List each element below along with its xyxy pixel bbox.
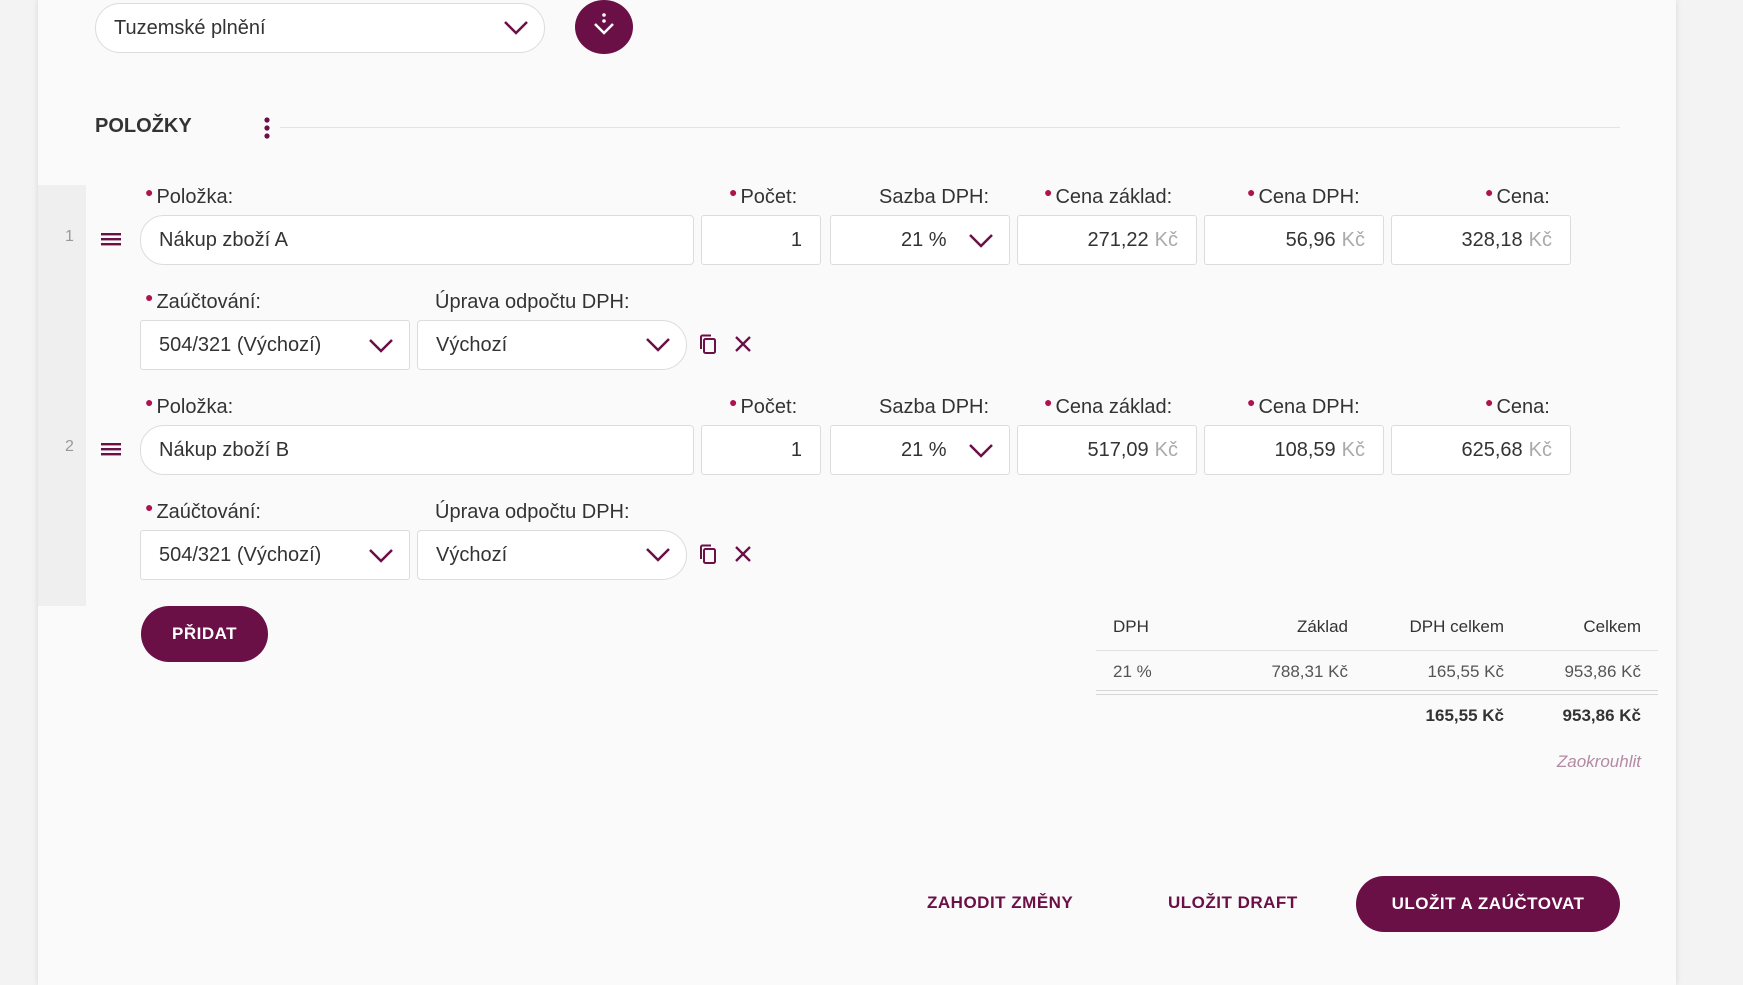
more-vert-icon[interactable] [262,116,272,140]
vat-price-value: 108,59 [1274,438,1336,461]
save-draft-button[interactable]: ULOŽIT DRAFT [1168,893,1298,913]
vat-adjust-value: Výchozí [436,333,508,356]
count-label: ● Počet: [729,394,798,418]
copy-icon[interactable] [697,333,719,355]
currency-unit: Kč [1528,438,1552,461]
accounting-select[interactable]: 504/321 (Výchozí) [140,320,410,370]
vat-adjust-label: Úprava odpočtu DPH: [435,291,630,313]
chevron-down-icon [646,338,670,352]
price-label: ● Cena: [1485,394,1550,418]
expand-button[interactable] [575,0,633,54]
chevron-down-icon [646,548,670,562]
item-name-input[interactable]: Nákup zboží B [140,425,694,475]
price-input[interactable]: 625,68 Kč [1391,425,1571,475]
section-divider [280,127,1620,128]
summary-header-vat-total: DPH celkem [1409,617,1504,636]
accounting-label: ● Zaúčtování: [145,289,261,313]
base-price-value: 517,09 [1087,438,1149,461]
summary-header-vat: DPH [1113,617,1149,636]
vat-mode-value: Tuzemské plnění [114,16,266,39]
round-link[interactable]: Zaokrouhlit [1508,752,1641,772]
summary-header-total: Celkem [1583,617,1641,636]
base-price-label: ● Cena základ: [1044,394,1173,418]
vat-adjust-select[interactable]: Výchozí [417,530,687,580]
vat-rate-label: Sazba DPH: [879,396,990,418]
item-name-input[interactable]: Nákup zboží A [140,215,694,265]
save-and-post-button[interactable]: ULOŽIT A ZAÚČTOVAT [1356,876,1620,932]
chevron-down-icon [369,339,393,353]
summary-divider-double [1096,690,1658,695]
summary-total-vat: 165,55 Kč [1425,706,1504,725]
price-value: 625,68 [1461,438,1523,461]
copy-icon[interactable] [697,543,719,565]
chevron-down-dots-icon [594,13,614,35]
chevron-down-icon [969,234,993,248]
item-label: ● Položka: [145,184,234,208]
close-icon[interactable] [732,333,754,355]
accounting-select[interactable]: 504/321 (Výchozí) [140,530,410,580]
price-input[interactable]: 328,18 Kč [1391,215,1571,265]
base-price-input[interactable]: 517,09 Kč [1017,425,1197,475]
summary-divider [1096,650,1658,651]
base-price-input[interactable]: 271,22 Kč [1017,215,1197,265]
add-item-button[interactable]: PŘIDAT [141,606,268,662]
items-gutter [38,185,86,606]
currency-unit: Kč [1341,228,1365,251]
summary-header-base: Základ [1296,617,1348,636]
item-label: ● Položka: [145,394,234,418]
count-input[interactable]: 1 [701,215,821,265]
base-price-label: ● Cena základ: [1044,184,1173,208]
price-label: ● Cena: [1485,184,1550,208]
drag-handle-icon[interactable] [101,442,121,456]
count-input[interactable]: 1 [701,425,821,475]
summary-cell-base: 788,31 Kč [1271,662,1348,681]
currency-unit: Kč [1341,438,1365,461]
currency-unit: Kč [1528,228,1552,251]
discard-changes-button[interactable]: ZAHODIT ZMĚNY [927,893,1073,913]
summary-cell-vat-total: 165,55 Kč [1427,662,1504,681]
vat-rate-select[interactable]: 21 % [830,215,1010,265]
form-panel: Tuzemské plnění POLOŽKY ● Položka: ● Počet… [38,0,1676,985]
accounting-value: 504/321 (Výchozí) [159,333,322,356]
close-icon[interactable] [732,543,754,565]
vat-price-input[interactable]: 56,96 Kč [1204,215,1384,265]
chevron-down-icon [969,444,993,458]
summary-cell-total: 953,86 Kč [1564,662,1641,681]
chevron-down-icon [504,21,528,35]
currency-unit: Kč [1154,228,1178,251]
vat-adjust-value: Výchozí [436,543,508,566]
currency-unit: Kč [1154,438,1178,461]
vat-price-value: 56,96 [1285,228,1336,251]
base-price-value: 271,22 [1087,228,1149,251]
vat-price-input[interactable]: 108,59 Kč [1204,425,1384,475]
vat-rate-value: 21 % [901,228,947,251]
vat-adjust-select[interactable]: Výchozí [417,320,687,370]
row-number: 1 [65,228,74,245]
row-number: 2 [65,438,74,455]
count-label: ● Počet: [729,184,798,208]
vat-rate-label: Sazba DPH: [879,186,990,208]
section-title: POLOŽKY [95,115,192,137]
vat-price-label: ● Cena DPH: [1247,184,1360,208]
summary-cell-vat: 21 % [1113,662,1152,681]
price-value: 328,18 [1461,228,1523,251]
vat-rate-value: 21 % [901,438,947,461]
vat-rate-select[interactable]: 21 % [830,425,1010,475]
vat-adjust-label: Úprava odpočtu DPH: [435,501,630,523]
accounting-value: 504/321 (Výchozí) [159,543,322,566]
vat-price-label: ● Cena DPH: [1247,394,1360,418]
summary-total: 953,86 Kč [1562,706,1641,725]
vat-mode-select[interactable]: Tuzemské plnění [95,3,545,53]
chevron-down-icon [369,549,393,563]
accounting-label: ● Zaúčtování: [145,499,261,523]
drag-handle-icon[interactable] [101,232,121,246]
